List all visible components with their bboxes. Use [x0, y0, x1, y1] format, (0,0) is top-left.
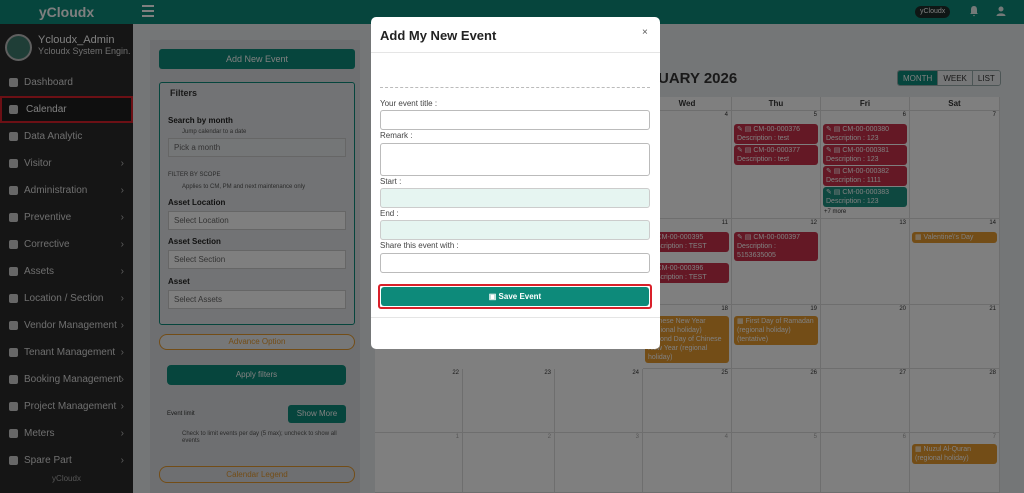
modal-dashed-divider — [380, 87, 650, 88]
start-label: Start : — [380, 177, 402, 186]
start-datetime-input[interactable] — [380, 188, 650, 208]
event-title-label: Your event title : — [380, 99, 438, 108]
remark-label: Remark : — [380, 131, 413, 140]
save-event-button[interactable]: ▣ Save Event — [381, 287, 649, 306]
remark-textarea[interactable] — [380, 143, 650, 176]
close-icon[interactable]: × — [642, 27, 648, 38]
modal-footer-divider — [371, 317, 660, 318]
event-title-input[interactable] — [380, 110, 650, 130]
add-event-modal: Add My New Event × Your event title : Re… — [371, 17, 660, 349]
save-event-highlight: ▣ Save Event — [378, 284, 652, 309]
share-with-input[interactable] — [380, 253, 650, 273]
end-label: End : — [380, 209, 399, 218]
modal-divider — [371, 52, 660, 53]
share-label: Share this event with : — [380, 241, 459, 250]
end-datetime-input[interactable] — [380, 220, 650, 240]
save-event-label: Save Event — [498, 292, 542, 301]
modal-title: Add My New Event — [380, 28, 497, 43]
